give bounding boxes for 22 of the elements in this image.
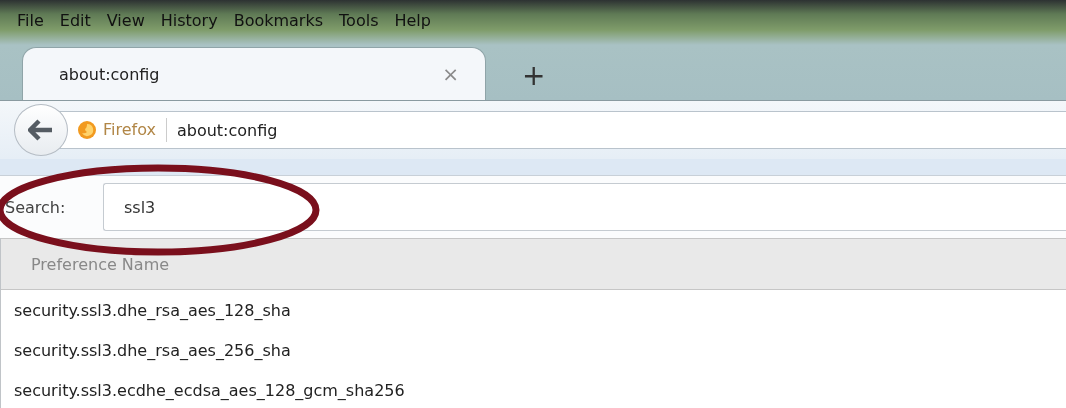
menu-item[interactable]: Edit: [59, 10, 91, 36]
menu-item[interactable]: Help: [394, 10, 431, 36]
new-tab-button[interactable]: +: [516, 62, 552, 90]
firefox-logo-icon: [77, 120, 97, 140]
table-cell: security.ssl3.ecdhe_ecdsa_aes_128_gcm_sha256: [14, 380, 405, 400]
back-button[interactable]: [14, 104, 68, 156]
table-cell: security.ssl3.dhe_rsa_aes_256_sha: [14, 340, 291, 360]
menu-item[interactable]: Bookmarks: [233, 10, 324, 36]
close-icon[interactable]: ×: [442, 62, 459, 86]
column-header[interactable]: Preference Name: [31, 254, 170, 274]
site-identity-label[interactable]: Firefox: [103, 118, 167, 142]
menu-item[interactable]: History: [160, 10, 218, 36]
menu-item[interactable]: Tools: [339, 10, 379, 36]
menu-item[interactable]: File: [17, 10, 44, 36]
search-label: Search:: [5, 197, 67, 217]
search-field[interactable]: ssl3: [103, 183, 1066, 231]
table-cell: security.ssl3.dhe_rsa_aes_128_sha: [14, 300, 291, 320]
menu-item[interactable]: View: [106, 10, 145, 36]
back-arrow-icon: [28, 119, 54, 141]
address-bar[interactable]: Firefox about:config: [58, 111, 1066, 149]
browser-tab[interactable]: about:config ×: [22, 47, 486, 100]
url-text: about:config: [176, 120, 278, 140]
